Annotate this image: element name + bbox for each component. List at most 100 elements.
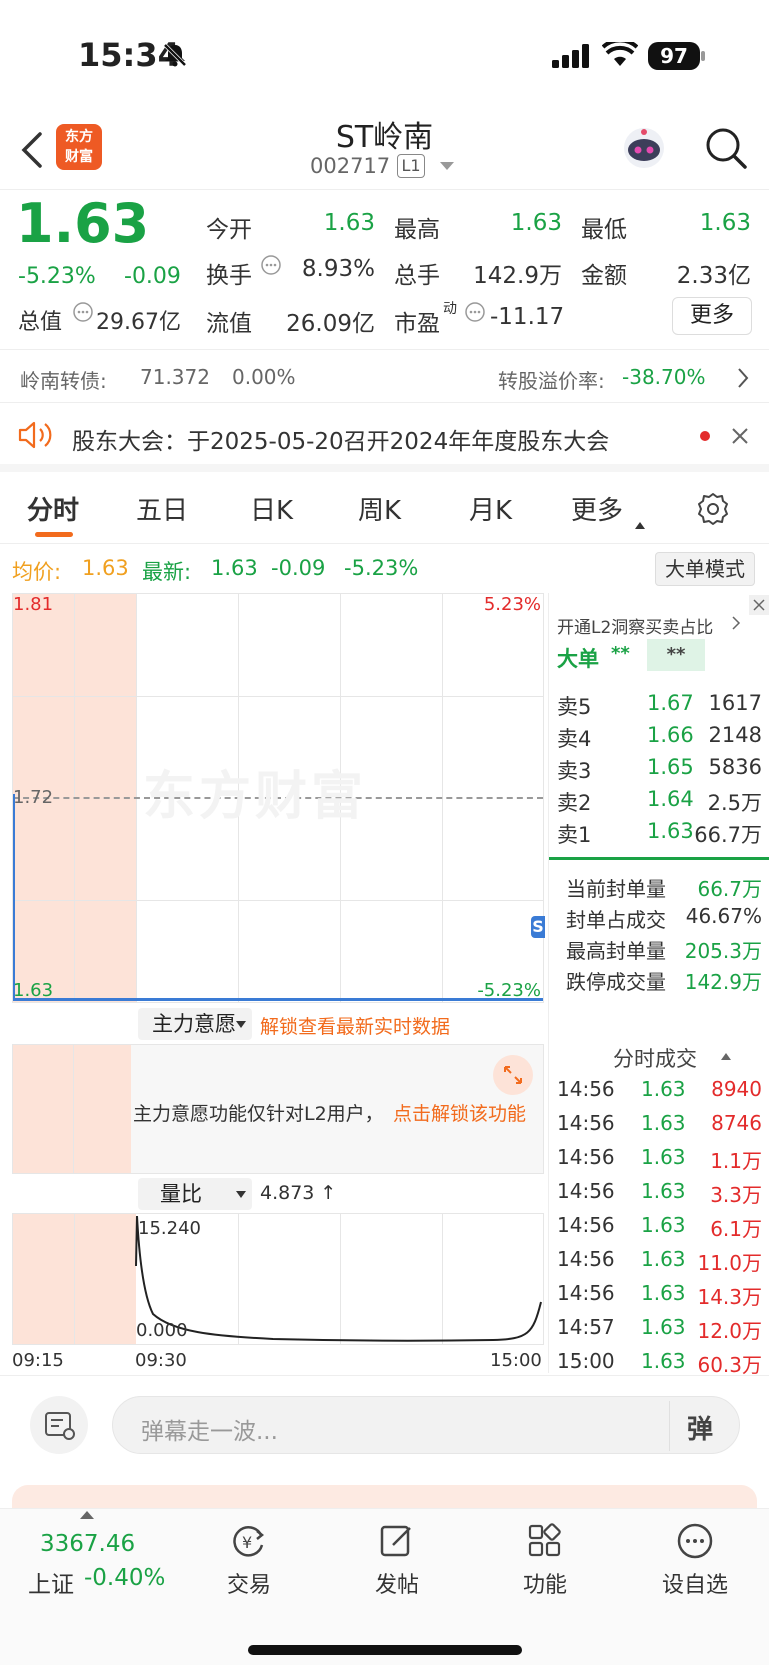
seal-value: 46.67% bbox=[685, 904, 762, 928]
tab-five-day[interactable]: 五日 bbox=[136, 490, 188, 527]
low-value: 1.63 bbox=[699, 210, 751, 236]
tx-price: 1.63 bbox=[641, 1077, 686, 1101]
gear-icon[interactable] bbox=[696, 492, 730, 526]
battery-tip bbox=[701, 51, 705, 61]
intraday-price-chart[interactable]: 东方财富 1.81 1.72 1.63 5.23% -5.23% S bbox=[12, 593, 545, 1003]
seal-label: 封单占成交 bbox=[566, 908, 666, 932]
edit-icon bbox=[380, 1525, 411, 1557]
nav-functions[interactable]: 功能 bbox=[500, 1521, 590, 1599]
danmaku-toggle-icon[interactable]: 弹 bbox=[687, 1409, 713, 1446]
volume-ratio-value: 4.873 ↑ bbox=[260, 1182, 337, 1204]
search-icon[interactable] bbox=[704, 126, 748, 170]
tx-time: 14:56 bbox=[557, 1111, 615, 1135]
nav-add-watchlist[interactable]: 设自选 bbox=[650, 1521, 740, 1599]
tab-more[interactable]: 更多 bbox=[571, 490, 623, 527]
stock-header: 东方 财富 ST岭南 002717 L1 bbox=[0, 110, 769, 190]
pe-label: 市盈 bbox=[394, 311, 440, 337]
sort-up-icon bbox=[721, 1053, 731, 1060]
status-bar: 15:34 97 bbox=[0, 0, 769, 110]
seal-value: 142.9万 bbox=[684, 970, 762, 994]
mute-bell-icon bbox=[163, 43, 187, 67]
code-dropdown-icon[interactable] bbox=[440, 162, 454, 170]
market-cap-info-icon[interactable] bbox=[72, 301, 94, 323]
tab-weekly-k[interactable]: 周K bbox=[358, 490, 401, 527]
bond-price: 71.372 bbox=[140, 365, 210, 389]
y-axis-bottom-label: 1.63 bbox=[13, 980, 54, 1001]
transactions-title[interactable]: 分时成交 bbox=[613, 1043, 697, 1073]
turnover-info-icon[interactable] bbox=[260, 254, 282, 276]
tx-price: 1.63 bbox=[641, 1213, 686, 1237]
time-axis-close: 15:00 bbox=[490, 1350, 542, 1371]
more-button[interactable]: 更多 bbox=[672, 297, 752, 335]
close-icon[interactable] bbox=[730, 426, 750, 446]
ask-price: 1.65 bbox=[647, 755, 694, 779]
tab-daily-k[interactable]: 日K bbox=[250, 490, 293, 527]
index-name[interactable]: 上证 bbox=[28, 1565, 74, 1599]
l2-upgrade-link[interactable]: 开通L2洞察买卖占比 bbox=[557, 613, 713, 638]
speaker-icon bbox=[18, 421, 52, 449]
level-badge[interactable]: L1 bbox=[397, 154, 425, 178]
unlock-feature-link[interactable]: 点击解锁该功能 bbox=[393, 1099, 526, 1126]
limit-down-divider bbox=[549, 857, 769, 860]
latest-label: 最新: bbox=[142, 560, 192, 584]
change-amount: -0.09 bbox=[124, 264, 181, 289]
grid-line bbox=[73, 1045, 74, 1173]
active-tab-indicator bbox=[35, 532, 73, 537]
price-line-vertical bbox=[13, 794, 15, 1000]
main-force-selector[interactable]: 主力意愿 bbox=[138, 1008, 252, 1040]
volume-ratio-chart[interactable]: 15.240 0.000 bbox=[12, 1213, 544, 1345]
latest-percent: -5.23% bbox=[344, 556, 419, 580]
price-line bbox=[13, 998, 543, 1001]
stock-code: 002717 bbox=[310, 154, 391, 178]
ask-price: 1.67 bbox=[647, 691, 694, 715]
ask-price: 1.63 bbox=[647, 819, 694, 843]
grid-line bbox=[13, 696, 543, 697]
battery-indicator: 97 bbox=[648, 42, 700, 70]
danmaku-input[interactable]: 弹幕走一波... 弹 bbox=[112, 1396, 740, 1454]
notice-bar[interactable]: 股东大会：于2025-05-20召开2024年年度股东大会 bbox=[0, 404, 769, 472]
tx-time: 14:56 bbox=[557, 1145, 615, 1169]
volume-ratio-selector[interactable]: 量比 bbox=[138, 1178, 252, 1210]
convertible-bond-row[interactable]: 岭南转债: 71.372 0.00% 转股溢价率: -38.70% bbox=[0, 351, 769, 403]
pct-top-label: 5.23% bbox=[483, 594, 541, 615]
big-order-mode-button[interactable]: 大单模式 bbox=[655, 552, 755, 586]
tx-time: 14:56 bbox=[557, 1179, 615, 1203]
order-book-panel: 开通L2洞察买卖占比 大单 ** ** 卖5 1.67 1617 卖4 1.66… bbox=[548, 593, 769, 1377]
seal-label: 跌停成交量 bbox=[566, 970, 666, 994]
bottom-nav: 3367.46 上证 -0.40% ¥ 交易 发帖 功能 设自选 bbox=[0, 1508, 769, 1665]
robot-assistant-icon[interactable] bbox=[620, 124, 668, 172]
nav-trade[interactable]: ¥ 交易 bbox=[204, 1521, 294, 1599]
chart-tabs: 分时 五日 日K 周K 月K 更多 bbox=[0, 476, 769, 544]
tx-time: 14:56 bbox=[557, 1213, 615, 1237]
tx-price: 1.63 bbox=[641, 1247, 686, 1271]
tx-price: 1.63 bbox=[641, 1281, 686, 1305]
tx-volume: 12.0万 bbox=[697, 1319, 762, 1343]
ask-volume: 1617 bbox=[708, 691, 762, 715]
nav-post[interactable]: 发帖 bbox=[352, 1521, 442, 1599]
premium-value: -38.70% bbox=[622, 365, 706, 389]
expand-icon[interactable] bbox=[493, 1055, 533, 1095]
unlock-realtime-link[interactable]: 解锁查看最新实时数据 bbox=[260, 1012, 450, 1039]
volume-ratio-header: 量比 4.873 ↑ bbox=[12, 1176, 544, 1212]
pe-info-icon[interactable] bbox=[464, 301, 486, 323]
index-value[interactable]: 3367.46 bbox=[40, 1531, 135, 1557]
change-percent: -5.23% bbox=[18, 264, 96, 289]
index-change[interactable]: -0.40% bbox=[84, 1565, 165, 1591]
y-axis-top-label: 1.81 bbox=[13, 594, 54, 615]
dropdown-icon bbox=[236, 1021, 246, 1028]
tab-monthly-k[interactable]: 月K bbox=[469, 490, 512, 527]
tx-volume: 1.1万 bbox=[710, 1149, 762, 1173]
pe-value: -11.17 bbox=[490, 304, 565, 330]
s-badge[interactable]: S bbox=[531, 916, 545, 938]
ask-label: 卖2 bbox=[557, 791, 592, 815]
tx-price: 1.63 bbox=[641, 1349, 686, 1373]
close-icon[interactable] bbox=[749, 595, 769, 615]
comment-settings-icon[interactable] bbox=[30, 1396, 88, 1454]
ask-price: 1.64 bbox=[647, 787, 694, 811]
tab-intraday[interactable]: 分时 bbox=[27, 490, 79, 527]
notice-text: 股东大会：于2025-05-20召开2024年年度股东大会 bbox=[72, 429, 610, 455]
vr-bottom-label: 0.000 bbox=[136, 1320, 188, 1341]
index-expand-icon[interactable] bbox=[80, 1511, 94, 1519]
tx-price: 1.63 bbox=[641, 1145, 686, 1169]
trade-icon: ¥ bbox=[233, 1526, 265, 1557]
